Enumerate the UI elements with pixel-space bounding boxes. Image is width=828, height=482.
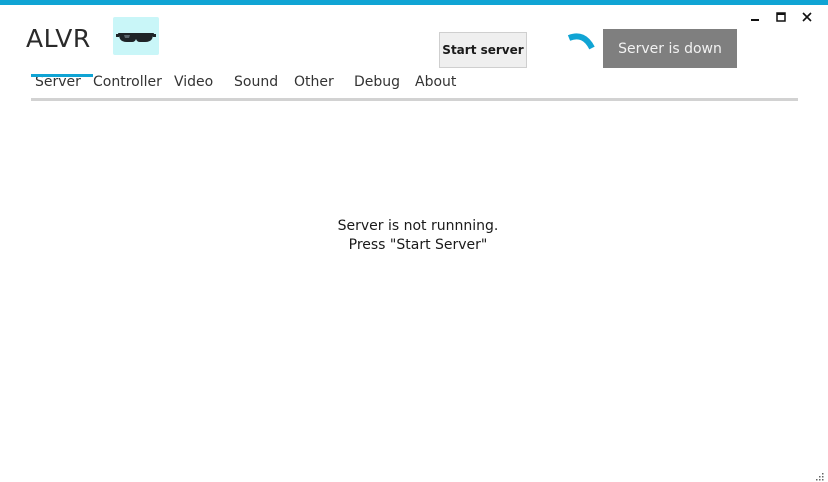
start-server-button[interactable]: Start server: [439, 32, 527, 68]
active-tab-indicator: [31, 74, 93, 77]
title-accent-bar: [0, 0, 828, 5]
server-message: Server is not runnning. Press "Start Ser…: [0, 217, 828, 255]
tab-about[interactable]: About: [415, 74, 456, 98]
resize-grip-icon[interactable]: [814, 468, 824, 481]
message-line-1: Server is not runnning.: [337, 218, 499, 234]
tab-controller[interactable]: Controller: [93, 74, 162, 98]
app-window: ALVR Start server Server is down Server …: [0, 0, 828, 482]
tab-other[interactable]: Other: [294, 74, 334, 98]
minimize-icon[interactable]: [742, 8, 768, 26]
window-controls: [742, 8, 820, 26]
close-icon[interactable]: [794, 8, 820, 26]
tab-bar-rule: [31, 98, 798, 101]
tab-debug[interactable]: Debug: [354, 74, 400, 98]
tab-bar: Server Controller Video Sound Other Debu…: [31, 74, 798, 101]
maximize-icon[interactable]: [768, 8, 794, 26]
tab-video[interactable]: Video: [174, 74, 213, 98]
message-line-2: Press "Start Server": [348, 237, 488, 253]
loading-spinner-icon: [566, 30, 598, 56]
vr-headset-icon: [113, 17, 159, 55]
app-title: ALVR: [26, 24, 91, 53]
tab-server[interactable]: Server: [35, 74, 81, 98]
server-status-badge: Server is down: [603, 29, 737, 68]
tab-sound[interactable]: Sound: [234, 74, 278, 98]
